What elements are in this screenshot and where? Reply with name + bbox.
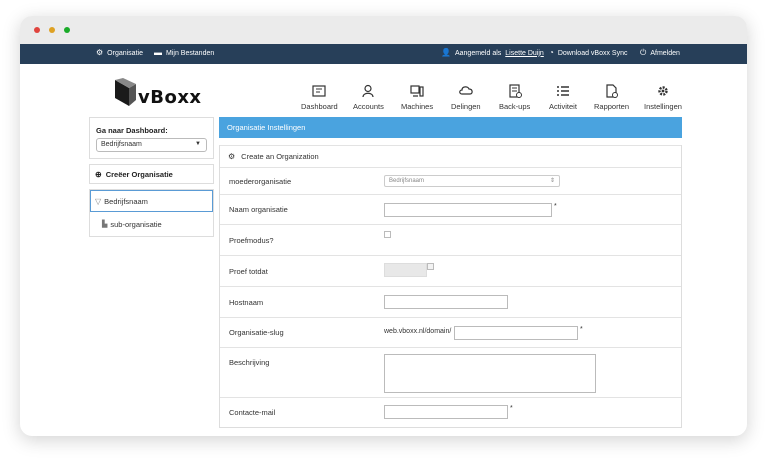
proefmodus-checkbox[interactable]: [384, 231, 391, 238]
dashboard-icon: [312, 85, 326, 97]
user-icon: [362, 84, 375, 98]
row-proefmodus: Proefmodus?: [220, 224, 681, 255]
panel-title: Organisatie Instellingen: [219, 117, 682, 138]
nav-backups[interactable]: Back-ups: [499, 84, 530, 111]
contact-email-input[interactable]: [384, 405, 508, 419]
row-naam: Naam organisatie *: [220, 194, 681, 224]
nav-rapporten[interactable]: Rapporten: [594, 84, 629, 111]
create-organisation-button[interactable]: ⊕ Creëer Organisatie: [89, 164, 214, 184]
gear-small-icon: ⚙: [96, 48, 104, 57]
row-moederorganisatie: moederorganisatie Bedrijfsnaam ⇕: [220, 167, 681, 194]
sync-icon: ◔: [549, 48, 554, 57]
minimize-dot[interactable]: [49, 27, 55, 33]
chevron-updown-icon: ⇕: [549, 178, 555, 184]
nav-machines[interactable]: Machines: [401, 84, 433, 111]
row-hostnaam: Hostnaam: [220, 286, 681, 317]
nav-dashboard[interactable]: Dashboard: [301, 84, 338, 111]
dashboard-select[interactable]: Bedrijfsnaam ▼: [96, 138, 207, 152]
gear-icon: [658, 86, 668, 96]
main-content: Organisatie Instellingen ⚙ Create an Org…: [219, 117, 682, 436]
maximize-dot[interactable]: [64, 27, 70, 33]
logout-link[interactable]: ⏻ Afmelden: [640, 49, 680, 57]
create-organization-header: ⚙ Create an Organization: [220, 145, 681, 167]
tree-item-sub-organisatie[interactable]: ▙ sub-organisatie: [90, 212, 213, 236]
nav-activiteit[interactable]: Activiteit: [549, 84, 577, 111]
logo-cube-icon: [115, 78, 136, 106]
funnel-icon: ▽: [95, 196, 102, 206]
hostnaam-input[interactable]: [384, 295, 508, 309]
row-beschrijving: Beschrijving: [220, 347, 681, 397]
row-slug: Organisatie-slug web.vboxx.nl/domain/ *: [220, 317, 681, 347]
close-dot[interactable]: [34, 27, 40, 33]
gear-small-icon: ⚙: [228, 152, 236, 161]
nav-mijn-bestanden[interactable]: ▬ Mijn Bestanden: [154, 49, 214, 57]
nav-instellingen[interactable]: Instellingen: [644, 84, 682, 111]
browser-window: ⚙ Organisatie ▬ Mijn Bestanden 👤 Aangeme…: [20, 16, 747, 436]
calendar-icon[interactable]: [427, 263, 434, 270]
nav-organisatie[interactable]: ⚙ Organisatie: [96, 49, 143, 57]
naam-organisatie-input[interactable]: [384, 203, 552, 217]
user-small-icon: 👤: [441, 48, 451, 57]
backup-icon: [509, 84, 522, 98]
vboxx-logo[interactable]: vBoxx: [113, 78, 201, 110]
proef-totdat-input[interactable]: [384, 263, 427, 277]
tree-item-bedrijfsnaam[interactable]: ▽ Bedrijfsnaam: [90, 190, 213, 212]
download-sync-link[interactable]: ◔ Download vBoxx Sync: [549, 49, 628, 57]
row-proef-totdat: Proef totdat: [220, 255, 681, 286]
moederorganisatie-select[interactable]: Bedrijfsnaam ⇕: [384, 175, 560, 187]
title-bar: [20, 16, 747, 44]
nav-delingen[interactable]: Delingen: [451, 84, 481, 111]
organisation-tree: ▽ Bedrijfsnaam ▙ sub-organisatie: [89, 189, 214, 237]
power-icon: ⏻: [640, 48, 647, 57]
sidebar: Ga naar Dashboard: Bedrijfsnaam ▼ ⊕ Creë…: [89, 117, 214, 237]
report-icon: [605, 84, 618, 98]
list-icon: [556, 86, 569, 96]
cloud-share-icon: [458, 86, 473, 95]
folder-icon: ▬: [154, 48, 162, 57]
user-link[interactable]: Lisette Duijn: [505, 50, 544, 57]
machines-icon: [410, 85, 424, 97]
top-nav-bar: ⚙ Organisatie ▬ Mijn Bestanden 👤 Aangeme…: [20, 44, 747, 64]
building-icon: ▙: [102, 221, 108, 228]
organisation-form: ⚙ Create an Organization moederorganisat…: [219, 145, 682, 428]
dashboard-selector-box: Ga naar Dashboard: Bedrijfsnaam ▼: [89, 117, 214, 159]
nav-accounts[interactable]: Accounts: [353, 84, 384, 111]
organisatie-slug-input[interactable]: [454, 326, 578, 340]
chevron-down-icon: ▼: [195, 141, 201, 147]
plus-circle-icon: ⊕: [95, 169, 102, 179]
beschrijving-textarea[interactable]: [384, 354, 596, 393]
row-contact: Contacte-mail *: [220, 397, 681, 427]
logged-in-as: 👤 Aangemeld als Lisette Duijn: [441, 48, 544, 57]
